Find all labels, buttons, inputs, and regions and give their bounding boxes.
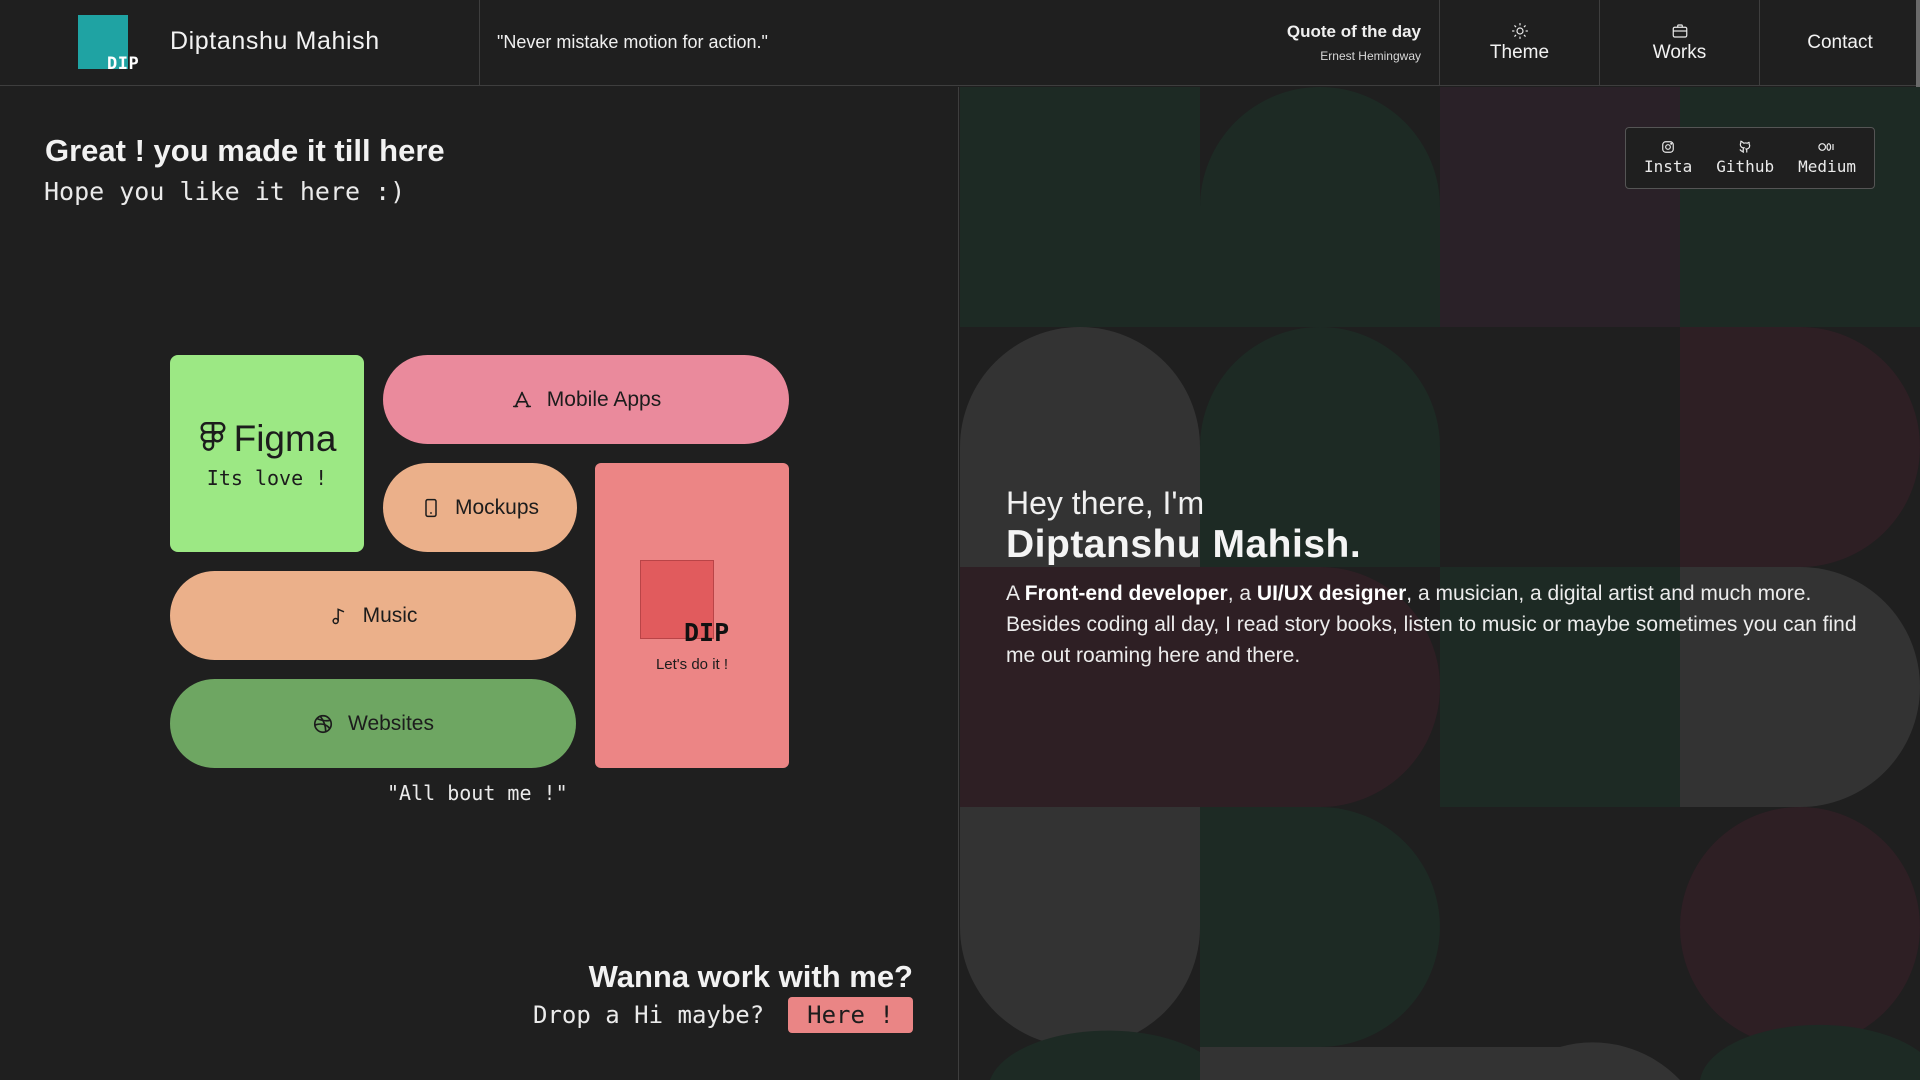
figma-name: Figma: [233, 417, 337, 459]
quote-of-day-label: Quote of the day: [1286, 22, 1421, 41]
figma-icon: [200, 421, 226, 451]
nav-theme[interactable]: Theme: [1440, 0, 1599, 86]
websites-label: Websites: [348, 711, 434, 735]
mockups-label: Mockups: [454, 495, 540, 519]
top-navbar: DIP Diptanshu Mahish "Never mistake moti…: [0, 0, 1920, 86]
header-divider: [479, 0, 480, 86]
hero-name: Diptanshu Mahish.: [1006, 523, 1362, 566]
here-button[interactable]: Here !: [788, 997, 913, 1033]
smartphone-icon: [425, 498, 437, 517]
logo-text[interactable]: DIP: [107, 54, 139, 74]
nav-works[interactable]: Works: [1600, 0, 1759, 86]
music-label: Music: [362, 603, 418, 627]
websites-tile[interactable]: Websites: [170, 679, 576, 768]
dribbble-icon: [313, 714, 333, 733]
left-panel: Great ! you made it till here Hope you l…: [0, 87, 959, 1080]
nav-contact-label: Contact: [1807, 32, 1873, 53]
dip-word: DIP: [684, 618, 730, 647]
quote-text: "Never mistake motion for action.": [497, 32, 768, 52]
hero-bio: A Front-end developer, a UI/UX designer,…: [1006, 578, 1866, 671]
medium-label: Medium: [1798, 157, 1856, 176]
instagram-link[interactable]: Insta: [1644, 140, 1692, 176]
nav-theme-label: Theme: [1489, 42, 1550, 63]
site-name[interactable]: Diptanshu Mahish: [170, 27, 380, 56]
dip-cta: Let's do it !: [655, 656, 729, 673]
instagram-icon: [1662, 141, 1674, 153]
bio-text: , a: [1227, 582, 1257, 605]
dip-card[interactable]: DIP Let's do it !: [595, 463, 789, 768]
greeting-title: Great ! you made it till here: [45, 133, 445, 168]
social-links: Insta Github Medium: [1625, 127, 1875, 189]
bio-highlight: Front-end developer: [1024, 582, 1228, 605]
bio-highlight: UI/UX designer: [1256, 582, 1407, 605]
mobile-apps-label: Mobile Apps: [546, 387, 662, 411]
medium-link[interactable]: Medium: [1798, 140, 1856, 176]
nav-works-label: Works: [1652, 42, 1707, 63]
right-panel: Insta Github Medium Hey there, I'm Dipta…: [960, 87, 1920, 1080]
briefcase-icon: [1672, 24, 1687, 38]
quote-author: Ernest Hemingway: [1320, 49, 1421, 63]
greeting-subtitle: Hope you like it here :): [44, 177, 406, 206]
instagram-label: Insta: [1644, 157, 1693, 176]
mobile-apps-tile[interactable]: Mobile Apps: [383, 355, 789, 444]
medium-icon: [1818, 143, 1834, 151]
github-label: Github: [1716, 157, 1775, 176]
music-note-icon: [331, 607, 344, 624]
figma-tile[interactable]: Figma Its love !: [170, 355, 364, 552]
hero-greeting: Hey there, I'm: [1006, 485, 1205, 521]
mockups-tile[interactable]: Mockups: [383, 463, 577, 552]
bio-text: A: [1006, 582, 1025, 605]
figma-subtitle: Its love !: [206, 465, 328, 490]
work-subtitle: Drop a Hi maybe?: [533, 1001, 765, 1029]
sun-icon: [1511, 23, 1528, 39]
music-tile[interactable]: Music: [170, 571, 576, 660]
github-icon: [1739, 140, 1751, 153]
github-link[interactable]: Github: [1716, 140, 1774, 176]
work-title: Wanna work with me?: [588, 959, 913, 994]
nav-contact[interactable]: Contact: [1760, 0, 1920, 86]
app-store-icon: [512, 391, 531, 407]
about-quote: "All bout me !": [387, 781, 568, 805]
